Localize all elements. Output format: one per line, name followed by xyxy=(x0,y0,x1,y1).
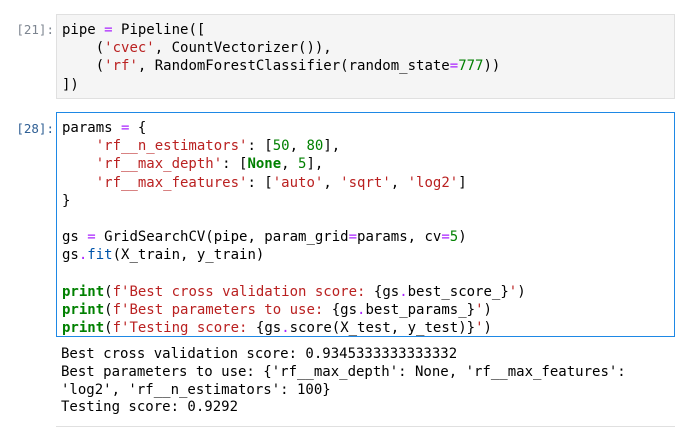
code-token: ' xyxy=(475,320,484,337)
output-line: Best parameters to use: {'rf__max_depth'… xyxy=(61,363,626,380)
code-token: : [ xyxy=(247,174,273,191)
code-token: print xyxy=(62,283,105,300)
code-token: 'rf__n_estimators' xyxy=(95,138,248,155)
code-token: params xyxy=(62,120,122,136)
code-token: ( xyxy=(104,283,113,300)
code-line: } xyxy=(62,193,70,209)
code-token: {gs xyxy=(255,320,282,337)
code-token: , RandomForestClassifier(random_state xyxy=(137,58,450,75)
code-token: 'auto' xyxy=(272,174,324,191)
code-token: 50 xyxy=(272,138,290,155)
code-token: ( xyxy=(62,40,105,57)
code-line: print(f'Best cross validation score: {gs… xyxy=(62,284,526,300)
code-line: print(f'Testing score: {gs.score(X_test,… xyxy=(62,320,492,336)
code-token: 'rf' xyxy=(104,58,138,75)
cell-divider xyxy=(56,426,675,427)
code-token: = xyxy=(104,22,113,38)
cell-prompt: [28]: xyxy=(16,121,54,136)
code-token: ], xyxy=(323,138,341,155)
code-token: , xyxy=(289,138,307,155)
code-line: 'rf__max_depth': [None, 5], xyxy=(62,156,324,173)
code-token: , xyxy=(323,174,341,191)
code-editor[interactable]: pipe = Pipeline([ ('cvec', CountVectoriz… xyxy=(57,21,674,94)
code-token: print xyxy=(62,320,105,337)
code-token: gs xyxy=(62,247,79,264)
code-token: score(X_test, y_test)} xyxy=(289,320,476,337)
code-line: print(f'Best parameters to use: {gs.best… xyxy=(62,302,492,318)
code-line: pipe = Pipeline([ xyxy=(62,22,205,38)
code-token: 777 xyxy=(458,58,484,75)
code-line: params = { xyxy=(62,120,146,136)
code-token: ( xyxy=(104,302,113,319)
code-token: { xyxy=(129,120,147,136)
code-token: ) xyxy=(483,302,492,319)
code-token: 'sqrt' xyxy=(340,174,391,191)
code-token: ] xyxy=(458,174,467,191)
code-token: 'cvec' xyxy=(104,40,155,57)
output-line: Best cross validation score: 0.934533333… xyxy=(61,346,458,362)
code-token: ( xyxy=(62,58,105,75)
code-token: , CountVectorizer()), xyxy=(154,40,332,57)
output-line: 'log2', 'rf__n_estimators': 100} xyxy=(61,381,331,398)
code-token: ]) xyxy=(62,76,79,93)
code-token: best_score_} xyxy=(407,283,509,300)
code-token: {gs xyxy=(373,283,400,300)
code-token: GridSearchCV(pipe, param_grid xyxy=(95,229,349,246)
code-token: 5 xyxy=(449,229,459,246)
code-token: ) xyxy=(517,283,526,300)
code-token: ' xyxy=(475,302,484,319)
cell-prompt: [21]: xyxy=(16,22,54,37)
code-token: : [ xyxy=(247,138,273,155)
code-input-area[interactable]: pipe = Pipeline([ ('cvec', CountVectoriz… xyxy=(56,14,675,99)
code-token: print xyxy=(62,302,105,319)
code-token: ) xyxy=(483,320,492,337)
code-token: Pipeline([ xyxy=(112,22,206,38)
code-token: (X_train, y_train) xyxy=(112,247,265,264)
code-token: ' xyxy=(508,283,518,300)
code-line: 'rf__max_features': ['auto', 'sqrt', 'lo… xyxy=(62,175,467,191)
code-token: 80 xyxy=(306,138,324,155)
code-token: pipe xyxy=(62,22,105,38)
code-editor[interactable]: params = { 'rf__n_estimators': [50, 80],… xyxy=(57,119,674,337)
code-token: params, cv xyxy=(357,229,442,246)
code-token: )) xyxy=(483,58,501,75)
cell-output: Best cross validation score: 0.934533333… xyxy=(61,346,626,417)
code-token: 'rf__max_features' xyxy=(95,174,248,191)
code-line: ('rf', RandomForestClassifier(random_sta… xyxy=(62,58,501,75)
code-input-area[interactable]: params = { 'rf__n_estimators': [50, 80],… xyxy=(56,112,675,337)
code-token: , xyxy=(281,156,299,173)
code-token: gs xyxy=(62,229,88,246)
code-line: gs = GridSearchCV(pipe, param_grid=param… xyxy=(62,229,467,245)
code-token: 'log2' xyxy=(407,174,459,191)
code-token: = xyxy=(87,229,96,246)
code-line: gs.fit(X_train, y_train) xyxy=(62,247,264,263)
code-token: 'rf__max_depth' xyxy=(95,156,223,173)
code-token: = xyxy=(441,229,450,246)
code-token: ) xyxy=(458,229,467,246)
code-token: best_params_} xyxy=(365,302,476,319)
code-token: f'Testing score: xyxy=(112,320,256,337)
code-line: 'rf__n_estimators': [50, 80], xyxy=(62,138,340,154)
code-token: . xyxy=(399,283,408,300)
code-token: = xyxy=(348,229,358,246)
code-token: : [ xyxy=(222,156,248,173)
code-token: . xyxy=(281,320,290,337)
code-token: = xyxy=(449,58,459,75)
code-token: ], xyxy=(306,156,324,173)
code-token: ( xyxy=(104,320,113,337)
code-token: {gs xyxy=(331,302,358,319)
code-token: , xyxy=(390,174,408,191)
code-token: fit xyxy=(87,247,113,264)
code-line: ('cvec', CountVectorizer()), xyxy=(62,40,332,56)
output-line: Testing score: 0.9292 xyxy=(61,399,239,416)
code-token: f'Best parameters to use: xyxy=(112,302,332,319)
code-token: } xyxy=(62,192,71,209)
code-line: ]) xyxy=(62,77,79,93)
code-token: None xyxy=(247,156,282,173)
code-token: f'Best cross validation score: xyxy=(112,283,374,300)
